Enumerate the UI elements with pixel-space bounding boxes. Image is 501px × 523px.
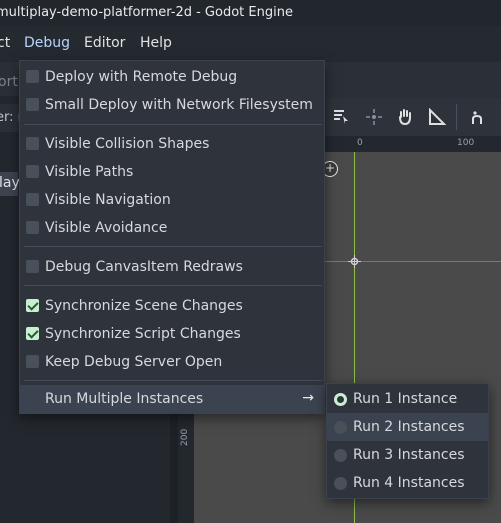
menu-item-label: Keep Debug Server Open	[45, 354, 223, 370]
submenu-item-run-3-instances[interactable]: Run 3 Instances	[327, 441, 488, 469]
menu-item-label: Small Deploy with Network Filesystem	[45, 97, 313, 113]
menu-item-sync-script-changes[interactable]: Synchronize Script Changes	[20, 320, 324, 348]
ruler-tick-200: 200	[180, 428, 190, 446]
radio-icon	[334, 421, 347, 434]
window-title: multiplay-demo-platformer-2d - Godot Eng…	[0, 5, 293, 20]
menu-separator	[24, 380, 322, 381]
debug-menu-popup: Deploy with Remote Debug Small Deploy wi…	[19, 60, 325, 414]
menu-separator	[24, 124, 322, 125]
checkbox-icon	[26, 98, 39, 111]
pivot-icon[interactable]	[365, 108, 383, 126]
checkbox-checked-icon	[26, 299, 39, 312]
checkbox-icon	[26, 260, 39, 273]
submenu-item-run-2-instances[interactable]: Run 2 Instances	[327, 413, 488, 441]
submenu-item-run-4-instances[interactable]: Run 4 Instances	[327, 469, 488, 497]
submenu-item-run-1-instance[interactable]: Run 1 Instance	[327, 385, 488, 413]
ruler-icon[interactable]	[428, 108, 446, 126]
menu-item-sync-scene-changes[interactable]: Synchronize Scene Changes	[20, 292, 324, 320]
menu-item-label: Visible Navigation	[45, 192, 171, 208]
run-instances-submenu: Run 1 Instance Run 2 Instances Run 3 Ins…	[326, 383, 489, 499]
radio-icon	[334, 449, 347, 462]
checkbox-checked-icon	[26, 327, 39, 340]
radio-icon	[334, 477, 347, 490]
dock-tab-label[interactable]: ort	[0, 74, 18, 90]
ruler-tick-0: 0	[357, 138, 363, 148]
menu-item-deploy-remote-debug[interactable]: Deploy with Remote Debug	[20, 63, 324, 91]
toolbar-divider	[456, 104, 457, 130]
menu-item-visible-avoidance[interactable]: Visible Avoidance	[20, 214, 324, 242]
checkbox-icon	[26, 165, 39, 178]
menu-item-small-deploy[interactable]: Small Deploy with Network Filesystem	[20, 91, 324, 119]
menu-item-label: Debug CanvasItem Redraws	[45, 259, 243, 275]
submenu-item-label: Run 2 Instances	[353, 419, 465, 435]
submenu-item-label: Run 4 Instances	[353, 475, 465, 491]
smart-snap-icon[interactable]	[470, 108, 488, 126]
menu-item-label: Visible Avoidance	[45, 220, 168, 236]
checkbox-icon	[26, 193, 39, 206]
menu-item-label: Visible Collision Shapes	[45, 136, 210, 152]
menu-editor[interactable]: Editor	[84, 35, 125, 51]
menu-item-label: Visible Paths	[45, 164, 134, 180]
checkbox-icon	[26, 137, 39, 150]
menu-item-visible-navigation[interactable]: Visible Navigation	[20, 186, 324, 214]
menu-separator	[24, 246, 322, 247]
list-select-icon[interactable]	[332, 108, 350, 126]
menu-item-keep-debug-server-open[interactable]: Keep Debug Server Open	[20, 348, 324, 376]
menu-item-label: Synchronize Script Changes	[45, 326, 241, 342]
submenu-item-label: Run 1 Instance	[353, 391, 458, 407]
menu-project[interactable]: ct	[0, 35, 10, 51]
menu-item-label: Deploy with Remote Debug	[45, 69, 238, 85]
ruler-tick-100: 100	[457, 138, 475, 148]
menu-separator	[24, 285, 322, 286]
checkbox-icon	[26, 221, 39, 234]
menu-item-visible-paths[interactable]: Visible Paths	[20, 158, 324, 186]
radio-selected-icon	[334, 393, 347, 406]
menu-item-run-multiple-instances[interactable]: Run Multiple Instances →	[20, 385, 324, 413]
menu-debug[interactable]: Debug	[24, 35, 70, 51]
menu-item-visible-collision-shapes[interactable]: Visible Collision Shapes	[20, 130, 324, 158]
checkbox-icon	[26, 355, 39, 368]
menu-help[interactable]: Help	[140, 35, 172, 51]
submenu-arrow-icon: →	[302, 390, 314, 406]
scene-tree-node-label: lay	[0, 175, 20, 191]
menu-bar: ct Debug Editor Help	[0, 26, 501, 62]
menu-item-label: Run Multiple Instances	[45, 391, 204, 407]
title-bar: multiplay-demo-platformer-2d - Godot Eng…	[0, 0, 501, 26]
menu-item-label: Synchronize Scene Changes	[45, 298, 243, 314]
submenu-item-label: Run 3 Instances	[353, 447, 465, 463]
pan-hand-icon[interactable]	[396, 108, 414, 126]
menu-item-debug-canvasitem-redraws[interactable]: Debug CanvasItem Redraws	[20, 253, 324, 281]
checkbox-icon	[26, 70, 39, 83]
origin-crosshair-icon	[348, 255, 361, 268]
